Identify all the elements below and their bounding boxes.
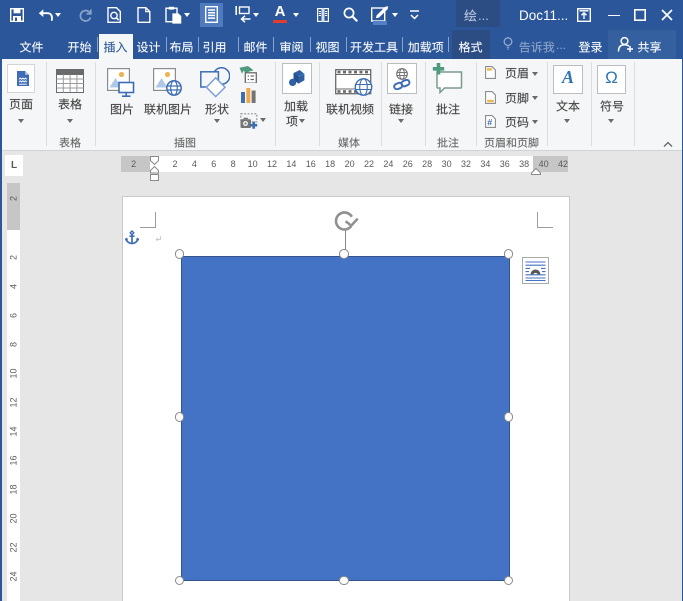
svg-text:#: # (487, 117, 492, 127)
